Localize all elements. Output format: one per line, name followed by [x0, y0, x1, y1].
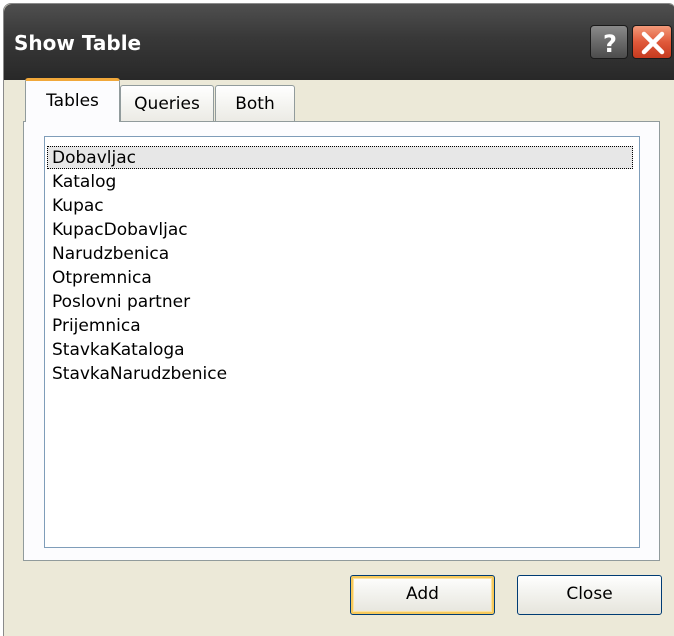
tab-queries[interactable]: Queries — [120, 85, 214, 121]
list-item-prijemnica[interactable]: Prijemnica — [52, 315, 141, 338]
close-window-button[interactable] — [632, 25, 672, 59]
list-item-stavkakataloga[interactable]: StavkaKataloga — [52, 339, 185, 362]
close-button[interactable]: Close — [517, 575, 662, 615]
list-item-narudzbenica[interactable]: Narudzbenica — [52, 243, 169, 266]
tab-tables[interactable]: Tables — [25, 78, 120, 122]
list-item-stavkanarudzbenice[interactable]: StavkaNarudzbenice — [52, 363, 227, 386]
list-item-kupacdobavljac[interactable]: KupacDobavljac — [52, 219, 188, 242]
window-title: Show Table — [14, 31, 142, 55]
list-item-otpremnica[interactable]: Otpremnica — [52, 267, 152, 290]
svg-text:?: ? — [603, 30, 617, 58]
help-button[interactable]: ? — [590, 25, 628, 59]
list-item-katalog[interactable]: Katalog — [52, 171, 116, 194]
title-bar[interactable]: Show Table ? — [4, 4, 674, 80]
list-item-dobavljac[interactable]: Dobavljac — [47, 146, 633, 169]
help-icon: ? — [603, 30, 617, 58]
add-button[interactable]: Add — [350, 575, 495, 615]
list-item-poslovni-partner[interactable]: Poslovni partner — [52, 291, 190, 314]
list-item-kupac[interactable]: Kupac — [52, 195, 104, 218]
table-list[interactable]: Dobavljac Katalog Kupac KupacDobavljac N… — [44, 136, 640, 548]
close-icon — [641, 31, 665, 55]
tab-both[interactable]: Both — [215, 85, 295, 121]
